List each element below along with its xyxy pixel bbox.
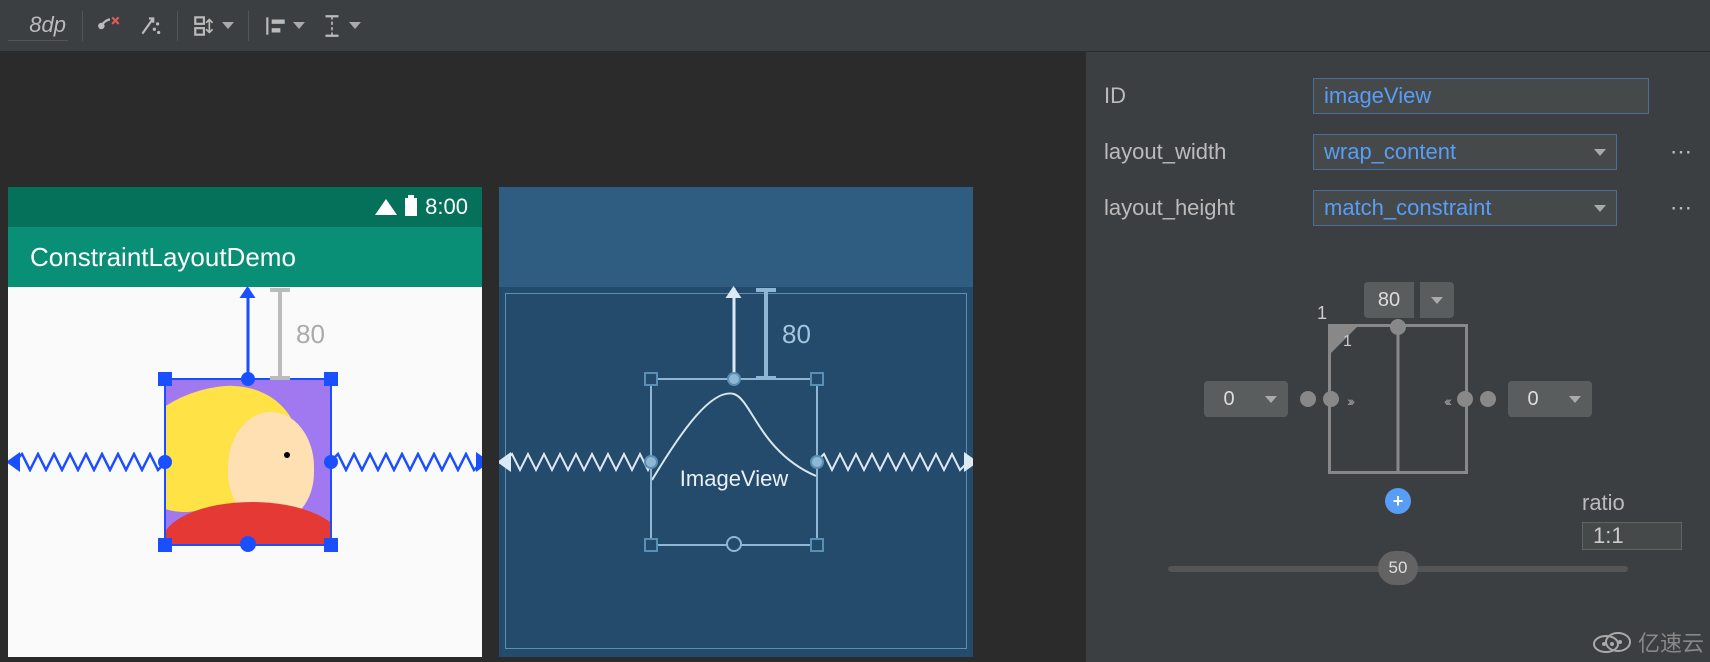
dropdown-caret-icon bbox=[349, 22, 361, 29]
layout-height-label: layout_height bbox=[1104, 195, 1299, 221]
layout-width-label: layout_width bbox=[1104, 139, 1299, 165]
more-options-button[interactable]: ⋯ bbox=[1670, 195, 1692, 221]
battery-icon bbox=[405, 198, 417, 216]
top-margin-value[interactable]: 80 bbox=[1364, 282, 1414, 318]
ratio-corner-label: 1 bbox=[1317, 303, 1327, 324]
top-margin-measure: 80 bbox=[764, 288, 811, 380]
right-constraint-spring[interactable] bbox=[816, 452, 970, 472]
guideline-button[interactable] bbox=[319, 13, 361, 39]
status-time: 8:00 bbox=[425, 194, 468, 220]
left-anchor-dot[interactable] bbox=[1300, 391, 1316, 407]
top-constraint-indicator[interactable] bbox=[733, 288, 736, 380]
app-bar: ConstraintLayoutDemo bbox=[8, 227, 482, 287]
dropdown-caret-icon bbox=[222, 22, 234, 29]
constraint-handle-bottom[interactable] bbox=[726, 536, 742, 552]
dropdown-caret-icon bbox=[1594, 205, 1606, 212]
resize-handle[interactable] bbox=[158, 538, 172, 552]
wifi-icon bbox=[375, 199, 397, 215]
ratio-label: ratio bbox=[1582, 490, 1682, 516]
design-preview: 8:00 ConstraintLayoutDemo 80 bbox=[8, 187, 482, 657]
left-constraint-arrow bbox=[499, 452, 511, 472]
constraint-handle-left[interactable] bbox=[158, 455, 172, 469]
resize-handle[interactable] bbox=[324, 372, 338, 386]
blueprint-appbar bbox=[499, 187, 973, 287]
constraint-handle-left[interactable] bbox=[644, 455, 658, 469]
properties-panel: ID imageView layout_width wrap_content ⋯… bbox=[1085, 52, 1710, 662]
default-margin-input[interactable] bbox=[8, 10, 68, 41]
right-constraint-arrow bbox=[476, 452, 482, 472]
constraint-widget: 80 0 1 1 ››› ‹‹‹ bbox=[1104, 282, 1692, 572]
constraint-handle-top[interactable] bbox=[727, 372, 741, 386]
blueprint-image-placeholder bbox=[652, 380, 816, 544]
id-input[interactable]: imageView bbox=[1313, 78, 1649, 114]
id-label: ID bbox=[1104, 83, 1299, 109]
dropdown-caret-icon bbox=[1594, 149, 1606, 156]
toolbar-separator bbox=[248, 11, 249, 41]
blueprint-preview: ImageView 80 bbox=[499, 187, 973, 657]
top-anchor-dot[interactable] bbox=[1390, 319, 1406, 335]
align-button[interactable] bbox=[263, 13, 305, 39]
toolbar-separator bbox=[82, 11, 83, 41]
clear-constraints-button[interactable] bbox=[97, 13, 123, 39]
constraint-handle-top[interactable] bbox=[241, 372, 255, 386]
constraint-box[interactable]: 1 1 ››› ‹‹‹ bbox=[1328, 324, 1468, 474]
right-constraint-spring[interactable] bbox=[330, 452, 482, 472]
ratio-input[interactable]: 1:1 bbox=[1582, 522, 1682, 550]
toolbar bbox=[0, 0, 1710, 52]
layout-height-dropdown[interactable]: match_constraint bbox=[1313, 190, 1617, 226]
right-margin-dropdown[interactable] bbox=[1558, 381, 1592, 417]
image-view-content bbox=[166, 380, 330, 544]
right-inner-dot[interactable] bbox=[1457, 391, 1473, 407]
ratio-corner-label: 1 bbox=[1343, 333, 1352, 351]
left-margin-value[interactable]: 0 bbox=[1204, 381, 1254, 417]
toolbar-separator bbox=[177, 11, 178, 41]
resize-handle[interactable] bbox=[810, 538, 824, 552]
status-bar: 8:00 bbox=[8, 187, 482, 227]
constraint-handle-right[interactable] bbox=[810, 455, 824, 469]
selected-element-blueprint[interactable]: ImageView 80 bbox=[652, 380, 816, 544]
design-canvas[interactable]: 8:00 ConstraintLayoutDemo 80 bbox=[0, 52, 1085, 662]
top-constraint-indicator[interactable] bbox=[247, 288, 250, 380]
pack-button[interactable] bbox=[192, 13, 234, 39]
dropdown-caret-icon bbox=[293, 22, 305, 29]
left-constraint-arrow bbox=[8, 452, 20, 472]
top-margin-measure: 80 bbox=[278, 288, 325, 380]
constraint-handle-bottom[interactable] bbox=[240, 536, 256, 552]
resize-handle[interactable] bbox=[810, 372, 824, 386]
horizontal-bias-slider[interactable]: 50 bbox=[1168, 566, 1628, 572]
top-margin-dropdown[interactable] bbox=[1420, 282, 1454, 318]
more-options-button[interactable]: ⋯ bbox=[1670, 139, 1692, 165]
right-anchor-dot[interactable] bbox=[1480, 391, 1496, 407]
resize-handle[interactable] bbox=[644, 538, 658, 552]
left-inner-dot[interactable] bbox=[1323, 391, 1339, 407]
resize-handle[interactable] bbox=[324, 538, 338, 552]
selected-element[interactable]: 80 bbox=[166, 380, 330, 544]
resize-handle[interactable] bbox=[158, 372, 172, 386]
resize-handle[interactable] bbox=[644, 372, 658, 386]
layout-width-dropdown[interactable]: wrap_content bbox=[1313, 134, 1617, 170]
right-margin-value[interactable]: 0 bbox=[1508, 381, 1558, 417]
bias-thumb[interactable]: 50 bbox=[1378, 551, 1418, 585]
app-title: ConstraintLayoutDemo bbox=[30, 242, 296, 273]
left-margin-dropdown[interactable] bbox=[1254, 381, 1288, 417]
left-constraint-spring[interactable] bbox=[14, 452, 166, 472]
add-bottom-constraint-button[interactable]: + bbox=[1385, 488, 1411, 514]
left-constraint-spring[interactable] bbox=[504, 452, 652, 472]
right-constraint-arrow bbox=[964, 452, 973, 472]
watermark: 亿速云 bbox=[1592, 626, 1704, 658]
infer-constraints-button[interactable] bbox=[137, 13, 163, 39]
constraint-handle-right[interactable] bbox=[324, 455, 338, 469]
